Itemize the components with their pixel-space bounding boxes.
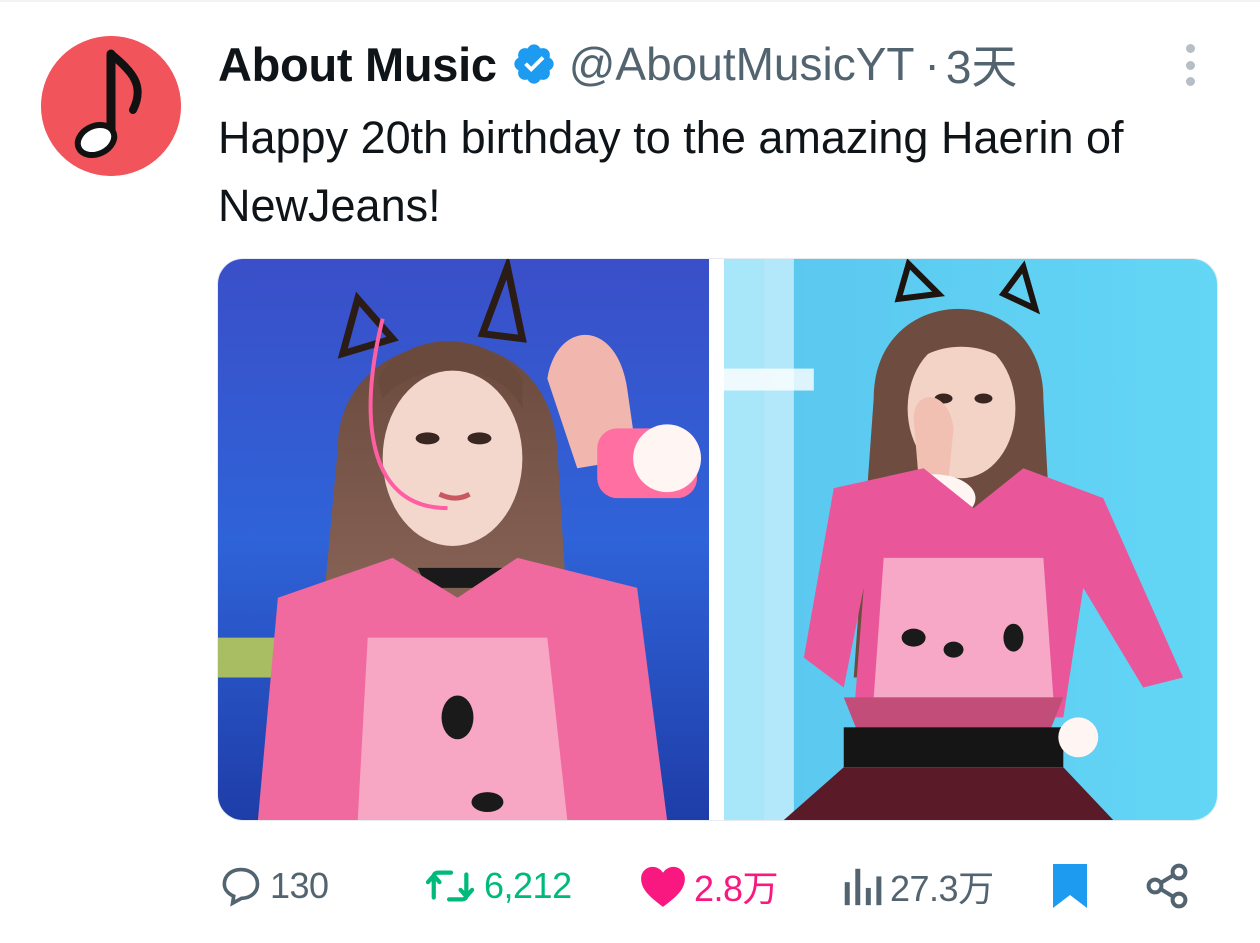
- tweet-media[interactable]: [217, 258, 1218, 821]
- retweet-button[interactable]: 6,212: [424, 858, 572, 914]
- tweet-actions: 130 6,212 2.8万 27.3万: [218, 858, 1193, 914]
- top-divider: [0, 0, 1260, 2]
- timestamp[interactable]: 3天: [946, 31, 1018, 97]
- bookmark-button[interactable]: [1051, 858, 1089, 914]
- avatar[interactable]: [41, 36, 181, 176]
- retweet-icon: [425, 870, 475, 902]
- photo-left[interactable]: [218, 259, 709, 820]
- like-count: 2.8万: [694, 868, 779, 909]
- photo-right[interactable]: [724, 259, 1217, 820]
- views-button[interactable]: 27.3万: [840, 858, 994, 914]
- views-chart-icon: [844, 868, 882, 906]
- share-icon: [1146, 863, 1188, 909]
- more-options-icon[interactable]: [1176, 40, 1204, 90]
- user-handle[interactable]: @AboutMusicYT: [569, 37, 915, 91]
- tweet-text: Happy 20th birthday to the amazing Haeri…: [218, 112, 1124, 231]
- view-count: 27.3万: [890, 868, 994, 909]
- reply-button[interactable]: 130: [218, 858, 329, 914]
- separator-dot: ·: [924, 38, 940, 90]
- music-note-icon: [41, 36, 181, 176]
- retweet-count: 6,212: [484, 865, 572, 906]
- bookmark-icon: [1053, 864, 1087, 908]
- heart-icon: [641, 866, 685, 907]
- like-button[interactable]: 2.8万: [638, 858, 779, 914]
- reply-icon: [222, 867, 260, 907]
- tweet-header: About Music @AboutMusicYT · 3天: [218, 34, 1017, 94]
- share-button[interactable]: [1143, 858, 1191, 914]
- reply-count: 130: [270, 865, 329, 906]
- verified-badge-icon: [511, 41, 557, 87]
- display-name[interactable]: About Music: [218, 37, 497, 92]
